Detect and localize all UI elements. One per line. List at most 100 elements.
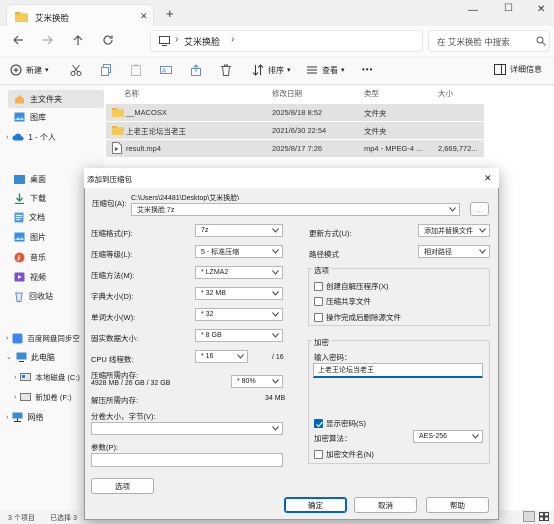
column-header-date[interactable]: 修改日期 bbox=[272, 88, 302, 99]
maximize-button[interactable]: ☐ bbox=[504, 3, 513, 14]
more-options-button[interactable]: ••• bbox=[362, 65, 373, 74]
chevron-down-icon bbox=[272, 333, 279, 338]
paste-icon[interactable] bbox=[130, 64, 142, 76]
chevron-down-icon bbox=[272, 291, 279, 296]
dictionary-size-combo[interactable]: * 32 MB bbox=[195, 287, 283, 300]
solid-block-label: 固实数据大小: bbox=[91, 334, 139, 343]
parameters-input[interactable] bbox=[91, 453, 283, 467]
details-button[interactable]: 详细信息 bbox=[494, 64, 542, 75]
tiles-view-icon[interactable] bbox=[539, 512, 549, 521]
file-date: 2025/8/18 8:52 bbox=[272, 108, 323, 117]
level-combo[interactable]: 5 - 标准压缩 bbox=[195, 245, 283, 258]
split-size-combo[interactable] bbox=[91, 422, 283, 435]
file-name: 上老王论坛当老王 bbox=[126, 127, 186, 136]
update-mode-combo[interactable]: 添加并替换文件 bbox=[418, 224, 490, 237]
expand-chevron-icon[interactable]: › bbox=[6, 335, 8, 342]
chevron-down-icon bbox=[272, 249, 279, 254]
file-type: 文件夹 bbox=[364, 109, 387, 118]
file-row[interactable]: result.mp4 2025/8/17 7:26 mp4 - MPEG-4 .… bbox=[106, 140, 484, 157]
column-header-type[interactable]: 类型 bbox=[364, 88, 379, 99]
help-button[interactable]: 帮助 bbox=[426, 497, 489, 513]
file-name: __MACOSX bbox=[126, 108, 167, 117]
format-combo[interactable]: 7z bbox=[195, 224, 283, 237]
collapse-chevron-icon[interactable]: ⌄ bbox=[6, 353, 12, 361]
solid-block-combo[interactable]: * 8 GB bbox=[195, 329, 283, 342]
dialog-title-bar: 添加到压缩包 ✕ bbox=[84, 168, 499, 188]
archive-name-combo[interactable]: 艾米换脸.7z bbox=[131, 203, 460, 216]
breadcrumb-current[interactable]: 艾米换脸 bbox=[184, 35, 220, 48]
compress-shared-checkbox[interactable]: 压缩共享文件 bbox=[314, 296, 371, 307]
chevron-down-icon bbox=[272, 228, 279, 233]
word-size-combo[interactable]: * 32 bbox=[195, 308, 283, 321]
new-label: 新建 bbox=[26, 65, 42, 75]
item-count: 3 个项目 bbox=[8, 515, 35, 522]
column-header-size[interactable]: 大小 bbox=[438, 88, 453, 99]
column-header-name[interactable]: 名称 bbox=[124, 88, 139, 99]
back-arrow-icon[interactable] bbox=[12, 34, 24, 46]
new-tab-button[interactable]: + bbox=[166, 6, 174, 21]
path-mode-label: 路径模式 bbox=[309, 250, 339, 259]
password-label: 输入密码： bbox=[314, 353, 352, 362]
encryption-method-combo[interactable]: AES-256 bbox=[413, 430, 483, 443]
cpu-threads-combo[interactable]: * 16 bbox=[195, 350, 248, 363]
expand-chevron-icon[interactable]: › bbox=[14, 394, 16, 401]
expand-chevron-icon[interactable]: › bbox=[14, 374, 16, 381]
cancel-button[interactable]: 取消 bbox=[354, 497, 417, 513]
dictionary-size-label: 字典大小(D): bbox=[91, 292, 134, 301]
delete-icon[interactable] bbox=[220, 64, 232, 76]
level-value: 5 - 标准压缩 bbox=[201, 248, 240, 256]
view-button[interactable]: 查看 ▾ bbox=[306, 64, 345, 76]
file-row[interactable]: __MACOSX 2025/8/18 8:52 文件夹 bbox=[106, 104, 484, 121]
expand-chevron-icon[interactable]: › bbox=[6, 134, 8, 141]
password-value: 上老王论坛当老王 bbox=[318, 367, 374, 374]
memory-percent-value: * 80% bbox=[237, 378, 256, 385]
forward-arrow-icon[interactable] bbox=[42, 34, 54, 46]
password-input[interactable]: 上老王论坛当老王 bbox=[313, 363, 483, 378]
plus-circle-icon bbox=[10, 64, 22, 76]
path-mode-combo[interactable]: 相对路径 bbox=[418, 245, 490, 258]
details-view-icon[interactable] bbox=[523, 511, 535, 522]
close-window-button[interactable]: ✕ bbox=[537, 4, 545, 15]
archive-label: 压缩包(A): bbox=[92, 199, 127, 208]
nav-item-gallery[interactable]: 图库 bbox=[8, 108, 104, 126]
browse-button[interactable]: ... bbox=[470, 202, 489, 216]
recycle-bin-icon bbox=[14, 291, 24, 302]
method-combo[interactable]: * LZMA2 bbox=[195, 266, 283, 279]
address-box[interactable]: › 艾米换脸 › bbox=[150, 30, 423, 52]
delete-after-checkbox[interactable]: 操作完成后删除源文件 bbox=[314, 312, 401, 323]
up-arrow-icon[interactable] bbox=[72, 34, 84, 46]
options-button[interactable]: 选项 bbox=[91, 478, 154, 494]
encrypt-filenames-checkbox[interactable]: 加密文件名(N) bbox=[314, 449, 374, 460]
minimize-button[interactable]: — bbox=[468, 5, 478, 16]
memory-percent-combo[interactable]: * 80% bbox=[231, 375, 283, 388]
new-button[interactable]: 新建 ▾ bbox=[10, 64, 49, 76]
share-icon[interactable] bbox=[190, 64, 202, 76]
file-type: mp4 - MPEG-4 ... bbox=[364, 144, 423, 153]
nav-item-home[interactable]: 主文件夹 bbox=[8, 90, 104, 108]
checkbox-box bbox=[314, 450, 323, 459]
rename-icon[interactable]: A bbox=[160, 64, 172, 76]
chevron-down-icon bbox=[272, 426, 279, 431]
tab-close-icon[interactable]: ✕ bbox=[140, 11, 148, 22]
network-icon bbox=[12, 412, 23, 422]
dialog-close-button[interactable]: ✕ bbox=[484, 173, 492, 184]
nav-label: 网络 bbox=[27, 412, 44, 422]
folder-icon bbox=[112, 125, 124, 135]
file-row[interactable]: 上老王论坛当老王 2021/6/30 22:54 文件夹 bbox=[106, 122, 484, 139]
create-sfx-checkbox[interactable]: 创建自解压程序(X) bbox=[314, 281, 389, 292]
nav-item-onedrive[interactable]: › 1 - 个人 bbox=[6, 128, 104, 146]
sort-button[interactable]: 排序 ▾ bbox=[252, 64, 291, 76]
ok-button[interactable]: 确定 bbox=[284, 497, 347, 513]
cut-icon[interactable] bbox=[70, 64, 82, 76]
split-size-label: 分卷大小，字节(V): bbox=[91, 412, 156, 421]
chevron-down-icon bbox=[479, 228, 486, 233]
checkbox-box bbox=[314, 313, 323, 322]
refresh-icon[interactable] bbox=[102, 34, 114, 46]
search-input[interactable]: 在 艾米换脸 中搜索 bbox=[428, 30, 550, 52]
expand-chevron-icon[interactable]: › bbox=[6, 414, 8, 421]
copy-icon[interactable] bbox=[100, 64, 112, 76]
show-password-checkbox[interactable]: 显示密码(S) bbox=[314, 418, 366, 429]
compress-memory-value: 4928 MB / 26 GB / 32 GB bbox=[91, 380, 171, 387]
nav-label: 图片 bbox=[30, 232, 46, 242]
breadcrumb-expand-icon[interactable]: › bbox=[231, 34, 234, 45]
